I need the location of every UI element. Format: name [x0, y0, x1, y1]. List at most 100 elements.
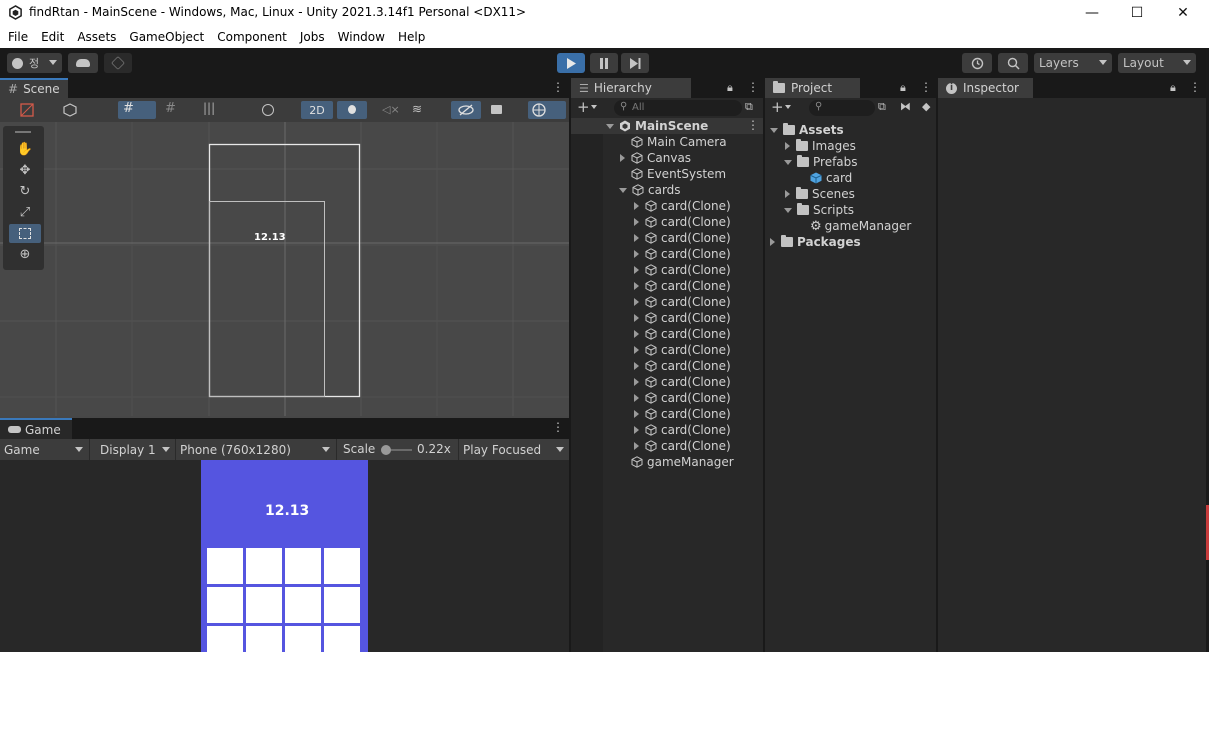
add-dropdown-arrow[interactable] — [591, 105, 597, 109]
rect-tool[interactable] — [9, 224, 41, 243]
card-cell[interactable] — [207, 548, 243, 584]
hidden-objects-toggle[interactable] — [451, 101, 481, 119]
maximize-button[interactable]: ☐ — [1114, 0, 1160, 26]
menu-jobs[interactable]: Jobs — [300, 30, 325, 44]
camera-dropdown[interactable] — [486, 101, 524, 119]
card-cell[interactable] — [324, 626, 360, 652]
scene-viewport[interactable]: 12.13 ✋ ✥ ↻ ⤢ ⊕ — [0, 122, 569, 416]
hierarchy-item-card-clone[interactable]: card(Clone) — [634, 358, 731, 374]
tab-scene[interactable]: # Scene — [0, 78, 68, 98]
hierarchy-item-card-clone[interactable]: card(Clone) — [634, 214, 731, 230]
scene-root-item[interactable]: MainScene — [606, 118, 708, 134]
hierarchy-item-card-clone[interactable]: card(Clone) — [634, 326, 731, 342]
increment-snap-dropdown[interactable]: ||| — [200, 101, 238, 118]
hierarchy-item-main-camera[interactable]: Main Camera — [631, 134, 727, 150]
card-cell[interactable] — [246, 587, 282, 623]
card-cell[interactable] — [207, 626, 243, 652]
minimize-button[interactable]: — — [1069, 0, 1115, 26]
card-cell[interactable] — [285, 587, 321, 623]
scene-more-icon[interactable]: ⋮ — [552, 80, 564, 94]
bookmark-icon[interactable]: ◆ — [922, 100, 930, 113]
lock-icon[interactable]: 🔒︎ — [727, 81, 733, 95]
hierarchy-search-input[interactable]: ⚲ All — [614, 100, 742, 116]
hierarchy-item-event-system[interactable]: EventSystem — [631, 166, 726, 182]
hierarchy-item-card-clone[interactable]: card(Clone) — [634, 374, 731, 390]
grid-snap-toggle[interactable]: # — [118, 101, 156, 119]
cloud-button[interactable] — [68, 53, 98, 73]
visibility-dropdown[interactable] — [258, 102, 296, 118]
hierarchy-item-card-clone[interactable]: card(Clone) — [634, 422, 731, 438]
game-view-select[interactable]: Game — [0, 439, 90, 460]
hierarchy-item-card-clone[interactable]: card(Clone) — [634, 278, 731, 294]
card-cell[interactable] — [285, 548, 321, 584]
menu-assets[interactable]: Assets — [77, 30, 116, 44]
card-cell[interactable] — [324, 548, 360, 584]
hierarchy-item-game-manager[interactable]: gameManager — [631, 454, 734, 470]
lighting-toggle[interactable] — [337, 101, 367, 119]
project-card-prefab[interactable]: card — [810, 170, 852, 186]
hierarchy-item-card-clone[interactable]: card(Clone) — [634, 294, 731, 310]
tab-game[interactable]: Game — [0, 418, 72, 439]
hierarchy-item-canvas[interactable]: Canvas — [620, 150, 691, 166]
display-select[interactable]: Display 1 — [91, 439, 176, 460]
game-more-icon[interactable]: ⋮ — [552, 420, 564, 434]
project-scripts-folder[interactable]: Scripts — [784, 202, 854, 218]
render-mode-dropdown[interactable] — [58, 102, 96, 118]
tab-hierarchy[interactable]: ☰ Hierarchy — [571, 78, 691, 98]
lock-icon[interactable]: 🔒︎ — [900, 81, 906, 95]
hierarchy-more-icon[interactable]: ⋮ — [747, 80, 759, 94]
grid-dropdown[interactable]: # — [162, 101, 196, 118]
scale-slider-handle[interactable] — [381, 445, 391, 455]
palette-handle[interactable] — [15, 131, 31, 133]
project-images-folder[interactable]: Images — [785, 138, 856, 154]
history-button[interactable] — [962, 53, 992, 73]
layers-dropdown[interactable]: Layers — [1034, 53, 1112, 73]
menu-window[interactable]: Window — [338, 30, 385, 44]
collab-button[interactable] — [104, 53, 132, 73]
scene-visibility-icon[interactable]: ⧉ — [745, 100, 753, 114]
pause-button[interactable] — [590, 53, 618, 73]
audio-toggle[interactable]: ◁× — [372, 101, 402, 119]
project-assets-folder[interactable]: Assets — [770, 122, 844, 138]
hierarchy-item-card-clone[interactable]: card(Clone) — [634, 310, 731, 326]
layout-dropdown[interactable]: Layout — [1118, 53, 1196, 73]
tab-project[interactable]: Project — [765, 78, 860, 98]
game-viewport[interactable]: 12.13 — [0, 460, 569, 652]
search-button[interactable] — [998, 53, 1028, 73]
hierarchy-item-card-clone[interactable]: card(Clone) — [634, 390, 731, 406]
project-more-icon[interactable]: ⋮ — [920, 80, 932, 94]
project-prefabs-folder[interactable]: Prefabs — [784, 154, 858, 170]
resolution-select[interactable]: Phone (760x1280) — [176, 439, 337, 460]
hierarchy-item-card-clone[interactable]: card(Clone) — [634, 438, 731, 454]
menu-file[interactable]: File — [8, 30, 28, 44]
filter-type-icon[interactable]: ⧉ — [878, 100, 886, 114]
lock-icon[interactable]: 🔒︎ — [1170, 81, 1176, 95]
hierarchy-item-card-clone[interactable]: card(Clone) — [634, 246, 731, 262]
add-icon[interactable]: + — [577, 98, 590, 116]
close-button[interactable]: ✕ — [1160, 0, 1206, 26]
add-dropdown-arrow[interactable] — [785, 105, 791, 109]
hierarchy-item-card-clone[interactable]: card(Clone) — [634, 406, 731, 422]
tab-inspector[interactable]: i Inspector — [938, 78, 1033, 98]
effects-dropdown[interactable]: ≋ — [406, 101, 446, 119]
filter-label-icon[interactable]: ⧓ — [900, 100, 911, 113]
card-cell[interactable] — [207, 587, 243, 623]
project-scenes-folder[interactable]: Scenes — [785, 186, 855, 202]
hierarchy-item-card-clone[interactable]: card(Clone) — [634, 198, 731, 214]
move-tool[interactable]: ✥ — [9, 161, 41, 180]
project-packages-folder[interactable]: Packages — [770, 234, 861, 250]
card-cell[interactable] — [324, 587, 360, 623]
rotate-tool[interactable]: ↻ — [9, 182, 41, 201]
2d-toggle[interactable]: 2D — [301, 101, 333, 119]
gizmos-dropdown[interactable] — [528, 101, 566, 119]
add-icon[interactable]: + — [771, 98, 784, 116]
play-button[interactable] — [557, 53, 585, 73]
hierarchy-item-card-clone[interactable]: card(Clone) — [634, 230, 731, 246]
project-gamemanager-script[interactable]: ⚙ gameManager — [810, 218, 911, 234]
project-search-input[interactable]: ⚲ — [809, 100, 875, 116]
card-cell[interactable] — [285, 626, 321, 652]
hand-tool[interactable]: ✋ — [9, 140, 41, 159]
transform-tool[interactable]: ⊕ — [9, 245, 41, 264]
play-focused-select[interactable]: Play Focused — [458, 439, 568, 460]
menu-help[interactable]: Help — [398, 30, 425, 44]
